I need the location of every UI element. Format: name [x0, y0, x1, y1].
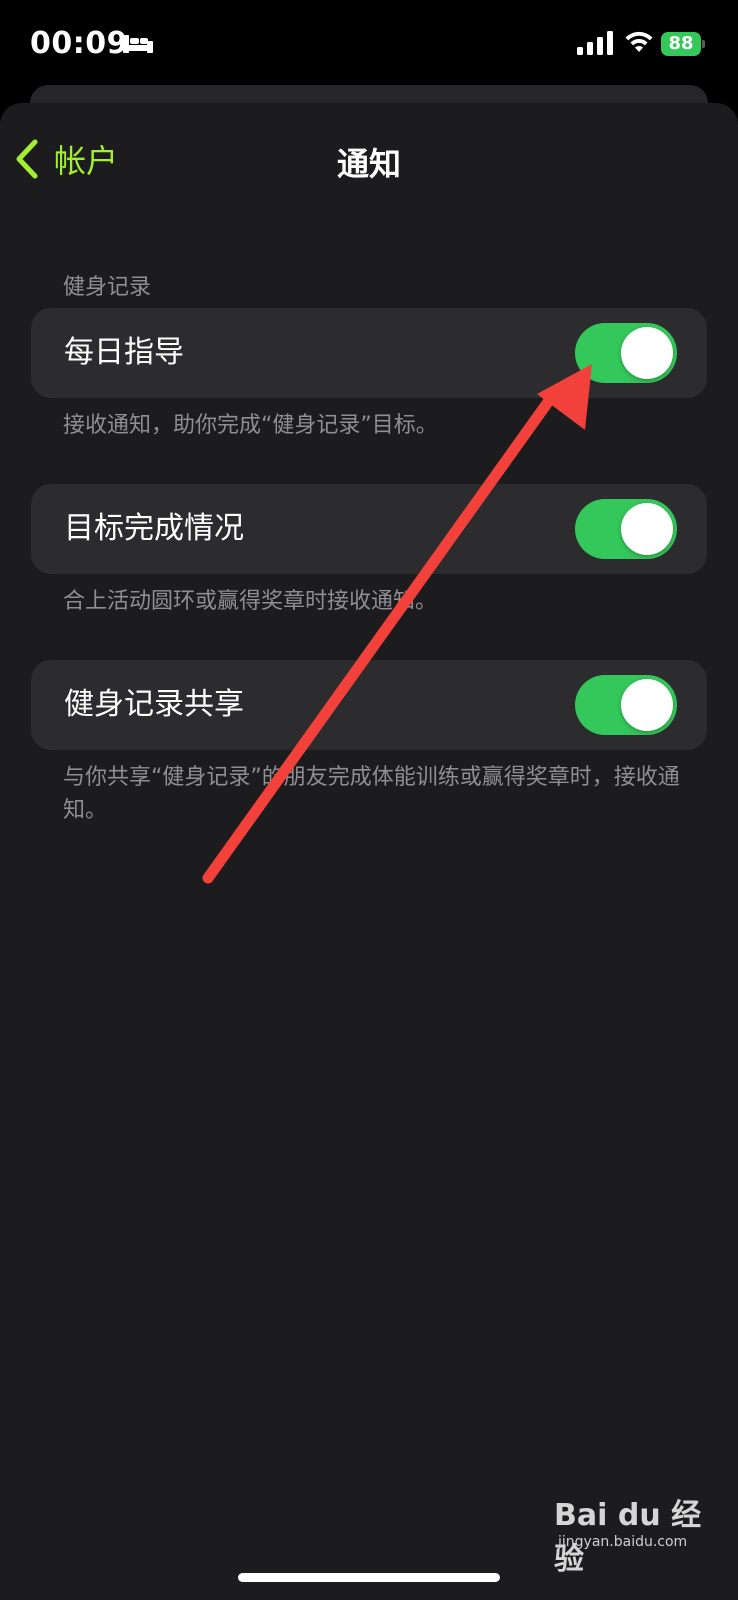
setting-footer: 与你共享“健身记录”的朋友完成体能训练或赢得奖章时，接收通知。	[63, 765, 680, 823]
battery-icon: 88	[661, 32, 705, 56]
home-indicator[interactable]	[238, 1573, 500, 1582]
status-bar: 00:09 88	[0, 0, 738, 90]
baidu-watermark: Bai du 经验 jingyan.baidu.com	[554, 1490, 704, 1577]
activity-sharing-toggle[interactable]	[575, 675, 677, 735]
navigation-bar: 帐户 通知	[0, 103, 738, 213]
toggle-knob	[621, 327, 673, 379]
setting-row-daily-coaching: 每日指导	[31, 308, 707, 398]
setting-footer: 接收通知，助你完成“健身记录”目标。	[63, 413, 438, 438]
battery-level: 88	[668, 33, 694, 54]
screen: 00:09 88 帐户 通知 健身记录 每日指导 接收通知，助你完成“健身记录”…	[0, 0, 738, 1600]
page-title: 通知	[336, 145, 401, 183]
toggle-knob	[621, 679, 673, 731]
setting-label: 目标完成情况	[64, 511, 244, 546]
goal-completions-toggle[interactable]	[575, 499, 677, 559]
toggle-knob	[621, 503, 673, 555]
setting-row-goal-completions: 目标完成情况	[31, 484, 707, 574]
setting-label: 健身记录共享	[64, 687, 244, 722]
notifications-sheet: 帐户 通知 健身记录 每日指导 接收通知，助你完成“健身记录”目标。 目标完成情…	[0, 103, 738, 1600]
setting-label: 每日指导	[64, 335, 184, 370]
signal-icon	[577, 31, 613, 55]
battery-cap	[702, 40, 705, 48]
daily-coaching-toggle[interactable]	[575, 323, 677, 383]
setting-footer: 合上活动圆环或赢得奖章时接收通知。	[63, 589, 438, 614]
section-header: 健身记录	[63, 275, 152, 300]
status-time: 00:09	[30, 26, 128, 61]
setting-row-activity-sharing: 健身记录共享	[31, 660, 707, 750]
bed-icon	[123, 35, 153, 53]
watermark-logo: Bai du 经验	[554, 1498, 702, 1577]
wifi-icon	[625, 31, 653, 52]
watermark-url: jingyan.baidu.com	[558, 1534, 688, 1550]
